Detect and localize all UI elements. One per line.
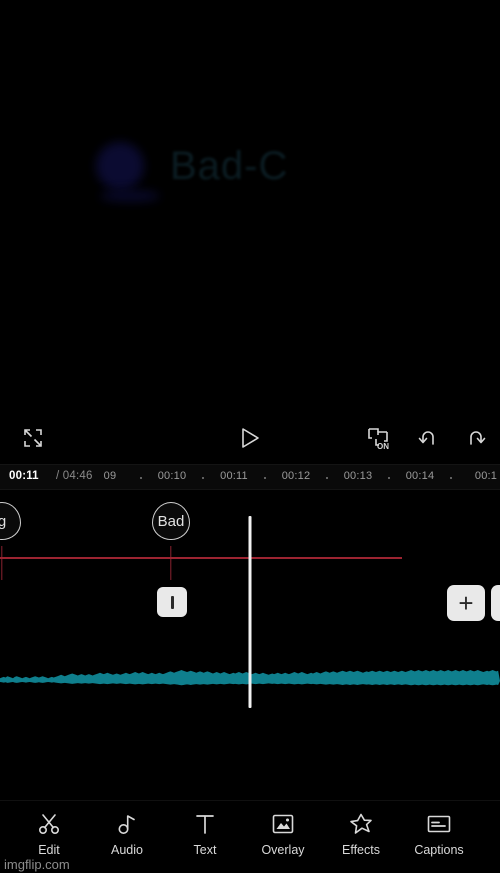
nav-item-overlay[interactable]: Overlay — [244, 812, 322, 857]
keyframe-on-button[interactable]: ON — [358, 418, 398, 458]
preview-logo-text: Bad-C — [170, 143, 289, 188]
ruler-tick-label: 00:13 — [343, 470, 373, 482]
timeline-ruler[interactable]: 00:11 / 04:46 09 00:10 00:11 00:12 00:13 00:1… — [0, 464, 500, 490]
nav-item-effects[interactable]: Effects — [322, 812, 400, 857]
ruler-tick-dot — [326, 477, 328, 479]
timeline-marker-pin-bad[interactable]: Bad — [152, 502, 190, 580]
image-frame-icon — [271, 812, 295, 836]
circle-logo-shadow — [100, 190, 160, 202]
ruler-tick-dot — [388, 477, 390, 479]
circle-logo-icon — [96, 142, 144, 190]
add-clip-label: + — [458, 588, 474, 618]
timeline-area[interactable]: g Bad + — [0, 490, 500, 800]
video-preview-area[interactable]: Bad-C — [0, 0, 500, 412]
preview-ghost-logo: Bad-C — [96, 142, 289, 202]
current-time-label: 00:11 — [9, 470, 39, 482]
bottom-navigation-bar[interactable]: Edit Audio Text Overlay Effects Captions As — [0, 800, 500, 873]
svg-text:ON: ON — [377, 442, 389, 451]
star-sparkle-icon — [348, 812, 374, 836]
split-handle-icon — [170, 595, 174, 609]
next-track-button-partial[interactable] — [491, 585, 500, 621]
player-toolbar: ON — [0, 412, 500, 464]
marker-pin-stem — [1, 546, 3, 580]
nav-item-label: Effects — [342, 843, 380, 857]
nav-item-label: Captions — [414, 843, 464, 857]
undo-button[interactable] — [408, 418, 448, 458]
ruler-tick-dot — [140, 477, 142, 479]
captions-icon — [426, 812, 452, 836]
scissors-icon — [36, 812, 62, 836]
play-button[interactable] — [230, 418, 270, 458]
nav-item-edit[interactable]: Edit — [10, 812, 88, 857]
redo-button[interactable] — [456, 418, 496, 458]
nav-item-label: Overlay — [261, 843, 305, 857]
ruler-tick-dot — [450, 477, 452, 479]
total-duration-label: / 04:46 — [56, 470, 93, 482]
nav-item-label: Edit — [38, 843, 60, 857]
ruler-tick-label: 00:14 — [405, 470, 435, 482]
ruler-tick-label: 00:12 — [281, 470, 311, 482]
nav-item-label: Text — [193, 843, 217, 857]
marker-pin-bubble: g — [0, 502, 21, 540]
imgflip-watermark: imgflip.com — [4, 857, 70, 872]
ruler-tick-label: 00:11 — [220, 470, 248, 482]
ruler-tick-label: 00:1 — [474, 470, 498, 482]
timeline-marker-pin-left[interactable]: g — [0, 502, 21, 580]
marker-pin-label: g — [0, 513, 6, 530]
marker-red-line — [0, 557, 402, 559]
playhead[interactable] — [248, 516, 252, 708]
ruler-tick-label: 09 — [103, 470, 117, 482]
ruler-tick-dot — [202, 477, 204, 479]
video-editor-screen: Bad-C ON 00:11 / 04:46 09 00:10 00:11 00… — [0, 0, 500, 873]
ruler-tick-dot — [264, 477, 266, 479]
add-clip-button[interactable]: + — [447, 585, 485, 621]
music-note-icon — [116, 812, 138, 836]
marker-pin-stem — [170, 546, 172, 580]
expand-icon[interactable] — [13, 418, 53, 458]
nav-item-label: Audio — [111, 843, 143, 857]
nav-item-as[interactable]: As — [478, 812, 500, 857]
nav-item-audio[interactable]: Audio — [88, 812, 166, 857]
split-handle-button[interactable] — [157, 587, 187, 617]
nav-item-captions[interactable]: Captions — [400, 812, 478, 857]
text-t-icon — [193, 812, 217, 836]
marker-pin-label: Bad — [157, 512, 185, 530]
marker-pin-bubble: Bad — [152, 502, 190, 540]
nav-item-text[interactable]: Text — [166, 812, 244, 857]
ruler-tick-label: 00:10 — [157, 470, 187, 482]
